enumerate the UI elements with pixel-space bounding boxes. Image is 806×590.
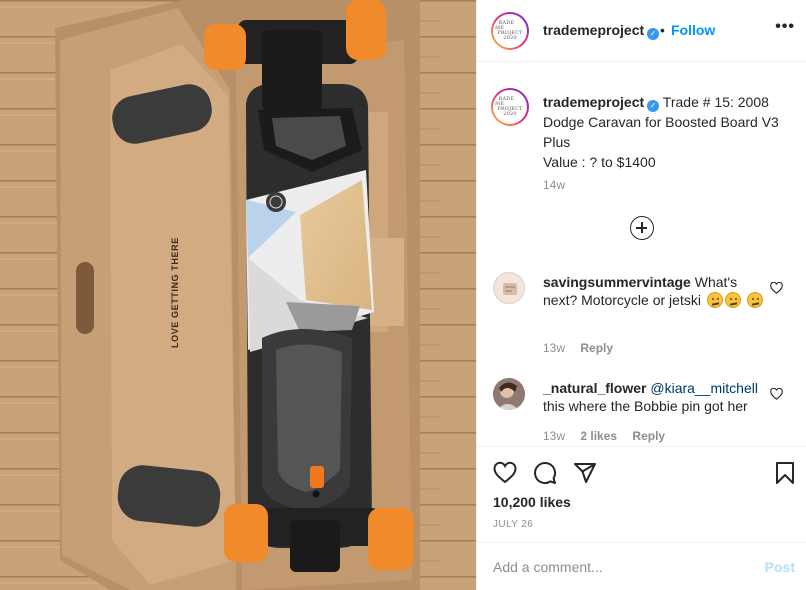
caption-text: trademeproject ✓ Trade # 15: 2008 Dodge C…	[543, 92, 795, 172]
add-comment-input[interactable]	[493, 557, 753, 577]
comment-like-heart-icon[interactable]	[770, 388, 783, 400]
post-header: TRADE ME PROJECT 2020 trademeproject ✓ • …	[477, 0, 806, 62]
share-send-icon[interactable]	[573, 461, 597, 485]
commenter-avatar-image	[503, 283, 517, 295]
verified-badge-icon: ✓	[647, 100, 660, 112]
like-heart-icon[interactable]	[493, 461, 517, 485]
add-comment-bar: Post	[477, 542, 806, 590]
reply-button[interactable]: Reply	[580, 341, 613, 355]
follow-button[interactable]: Follow	[671, 22, 715, 38]
post-date[interactable]: JULY 26	[493, 519, 533, 530]
thinking-face-emoji-icon	[746, 292, 763, 308]
load-more-comments-icon[interactable]	[630, 216, 654, 240]
comment-username[interactable]: _natural_flower	[543, 380, 646, 396]
commenter-avatar-image	[493, 378, 525, 410]
caption-timestamp[interactable]: 14w	[543, 178, 565, 192]
comment-timestamp[interactable]: 13w	[543, 429, 565, 443]
comment-meta: 13w Reply	[543, 341, 625, 355]
comment-bubble-icon[interactable]	[533, 461, 557, 485]
post-image[interactable]: LOVE GETTING THERE	[0, 0, 476, 590]
commenter-avatar[interactable]	[493, 272, 525, 304]
avatar-text-line: 2020	[503, 111, 517, 117]
comment-body: this where the Bobbie pin got her	[543, 398, 748, 414]
comment-text: _natural_flower @kiara__mitchell this wh…	[543, 379, 765, 415]
reply-button[interactable]: Reply	[632, 429, 665, 443]
separator-dot: •	[660, 22, 665, 38]
avatar-text-line: 2020	[503, 35, 517, 41]
comment-text: savingsummervintage What's next? Motorcy…	[543, 273, 765, 309]
comment-mention-link[interactable]: @kiara__mitchell	[650, 380, 758, 396]
save-bookmark-icon[interactable]	[773, 461, 797, 485]
post-comment-button[interactable]: Post	[765, 559, 795, 575]
comment-likes-count[interactable]: 2 likes	[580, 429, 617, 443]
comment-like-heart-icon[interactable]	[770, 282, 783, 294]
post-action-bar: 10,200 likes JULY 26	[477, 446, 806, 542]
verified-badge-icon: ✓	[647, 28, 660, 40]
caption-username[interactable]: trademeproject	[543, 94, 644, 110]
comment-username[interactable]: savingsummervintage	[543, 274, 691, 290]
likes-count[interactable]: 10,200 likes	[493, 494, 571, 510]
post-sidebar: TRADE ME PROJECT 2020 trademeproject ✓ • …	[476, 0, 806, 590]
header-username: trademeproject	[543, 22, 645, 38]
thinking-face-emoji-icon	[724, 292, 741, 308]
comment-timestamp[interactable]: 13w	[543, 341, 565, 355]
box-print-text: LOVE GETTING THERE	[170, 237, 180, 348]
comment-meta: 13w 2 likes Reply	[543, 429, 677, 443]
header-username-link[interactable]: trademeproject ✓	[543, 22, 660, 40]
profile-avatar[interactable]: TRADE ME PROJECT 2020	[491, 12, 529, 50]
more-options-icon[interactable]: •••	[775, 18, 795, 36]
skateboard-photo: LOVE GETTING THERE	[0, 0, 476, 590]
commenter-avatar[interactable]	[493, 378, 525, 410]
caption-avatar[interactable]: TRADE ME PROJECT 2020	[491, 88, 529, 126]
thinking-face-emoji-icon	[706, 292, 723, 308]
caption-value-line: Value : ? to $1400	[543, 154, 656, 170]
